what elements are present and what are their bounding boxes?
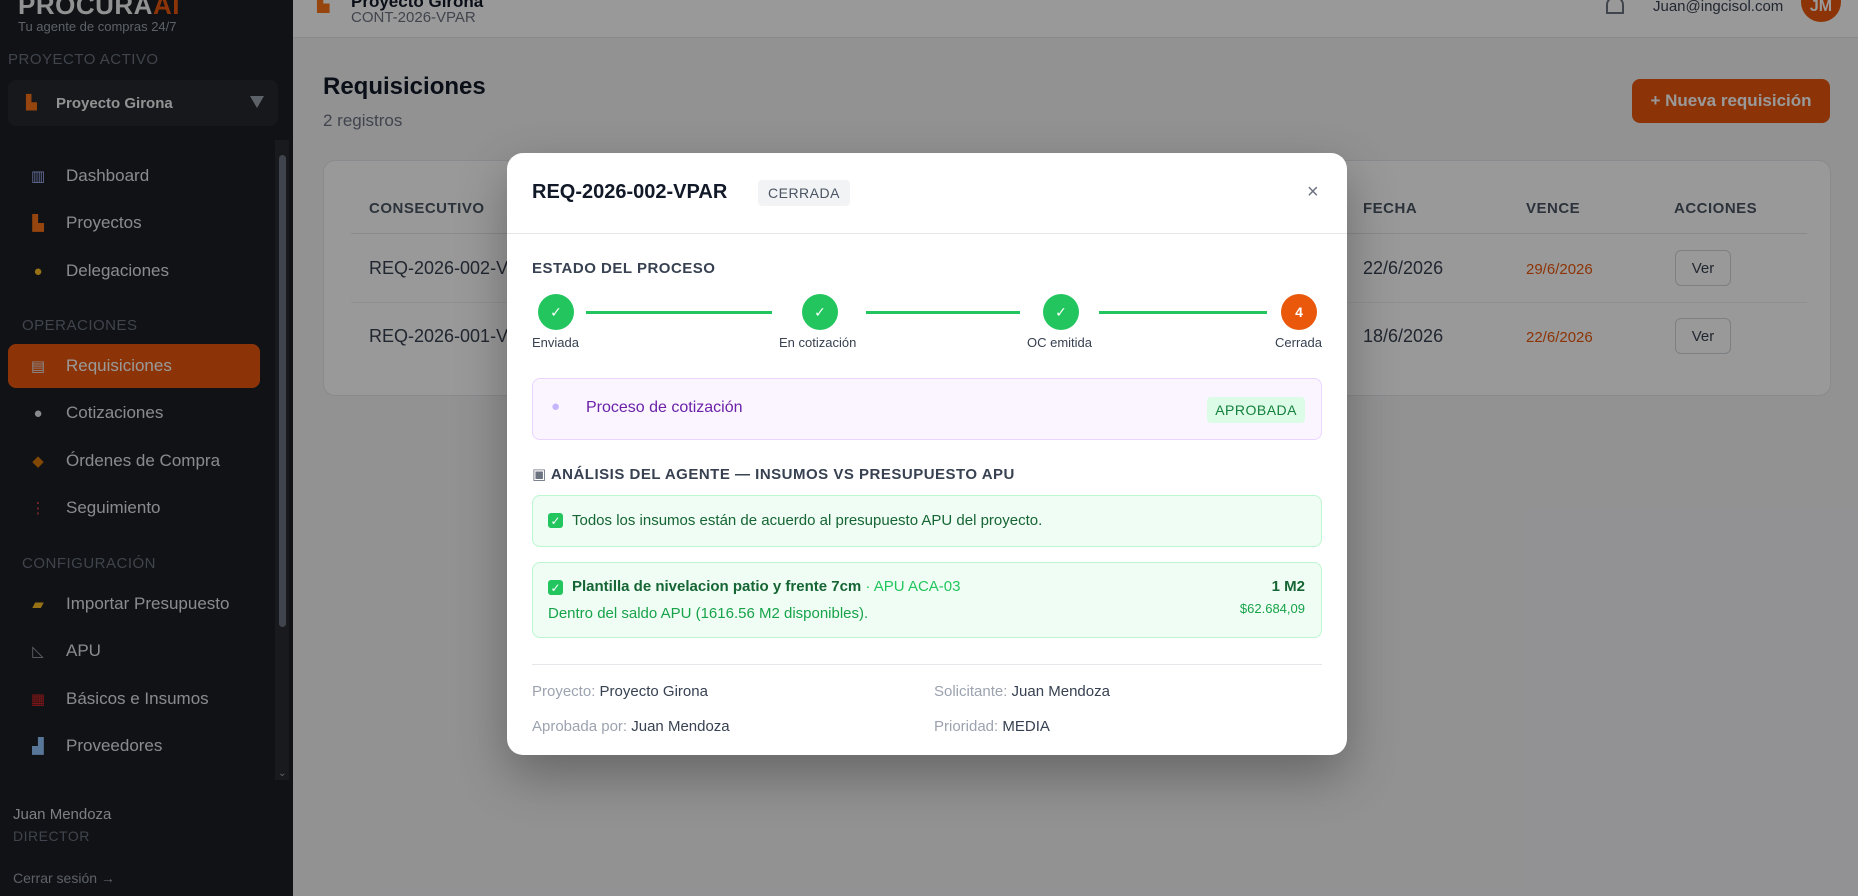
meta-value: Juan Mendoza [631, 718, 730, 735]
quote-status-badge: APROBADA [1207, 397, 1305, 423]
requisition-detail-modal: REQ-2026-002-VPAR CERRADA × ESTADO DEL P… [507, 153, 1347, 755]
meta-divider [532, 664, 1322, 665]
speech-bubble-icon: ● [551, 398, 561, 415]
process-status-heading: ESTADO DEL PROCESO [532, 260, 716, 277]
meta-solicitante: Solicitante: Juan Mendoza [934, 683, 1110, 700]
robot-icon: ▣ [532, 466, 547, 483]
meta-key: Prioridad: [934, 718, 999, 735]
meta-key: Aprobada por: [532, 718, 628, 735]
insumo-apu-code: · APU ACA-03 [861, 578, 961, 595]
insumo-name-text: Plantilla de nivelacion patio y frente 7… [572, 578, 862, 595]
meta-prioridad: Prioridad: MEDIA [934, 718, 1050, 735]
insumo-name: Plantilla de nivelacion patio y frente 7… [572, 578, 960, 595]
analysis-ok-alert: ✓ Todos los insumos están de acuerdo al … [532, 495, 1322, 547]
checkbox-icon: ✓ [548, 513, 563, 528]
meta-value: MEDIA [1002, 718, 1050, 735]
modal-header-divider [507, 233, 1347, 234]
modal-title: REQ-2026-002-VPAR [532, 181, 728, 203]
agent-analysis-heading-text: ANÁLISIS DEL AGENTE — INSUMOS VS PRESUPU… [550, 466, 1015, 483]
meta-aprobada: Aprobada por: Juan Mendoza [532, 718, 730, 735]
step-oc-emitida-check-icon: ✓ [1043, 294, 1079, 330]
step-enviada-check-icon: ✓ [538, 294, 574, 330]
step-label: OC emitida [1027, 335, 1093, 350]
meta-key: Solicitante: [934, 683, 1008, 700]
step-label: En cotización [779, 335, 857, 350]
meta-key: Proyecto: [532, 683, 596, 700]
meta-value: Proyecto Girona [599, 683, 708, 700]
meta-value: Juan Mendoza [1011, 683, 1110, 700]
step-label: Cerrada [1275, 335, 1322, 350]
step-cerrada-indicator: 4 [1281, 294, 1317, 330]
checkbox-icon: ✓ [548, 580, 563, 595]
quote-process-label: Proceso de cotización [586, 399, 743, 416]
insumo-card: ✓ Plantilla de nivelacion patio y frente… [532, 562, 1322, 638]
step-connector [866, 311, 1020, 314]
status-badge: CERRADA [758, 180, 850, 206]
step-connector [586, 311, 772, 314]
quote-process-card[interactable]: ● Proceso de cotización APROBADA [532, 378, 1322, 440]
step-en-cotizacion-check-icon: ✓ [802, 294, 838, 330]
insumo-quantity: 1 M2 [1271, 578, 1305, 595]
agent-analysis-heading: ▣ ANÁLISIS DEL AGENTE — INSUMOS VS PRESU… [532, 465, 1015, 483]
step-connector [1099, 311, 1267, 314]
step-label: Enviada [532, 335, 579, 350]
insumo-price: $62.684,09 [1239, 601, 1305, 616]
analysis-ok-text: Todos los insumos están de acuerdo al pr… [572, 512, 1043, 529]
meta-proyecto: Proyecto: Proyecto Girona [532, 683, 708, 700]
insumo-note: Dentro del saldo APU (1616.56 M2 disponi… [548, 605, 869, 622]
close-icon[interactable]: × [1307, 181, 1319, 204]
